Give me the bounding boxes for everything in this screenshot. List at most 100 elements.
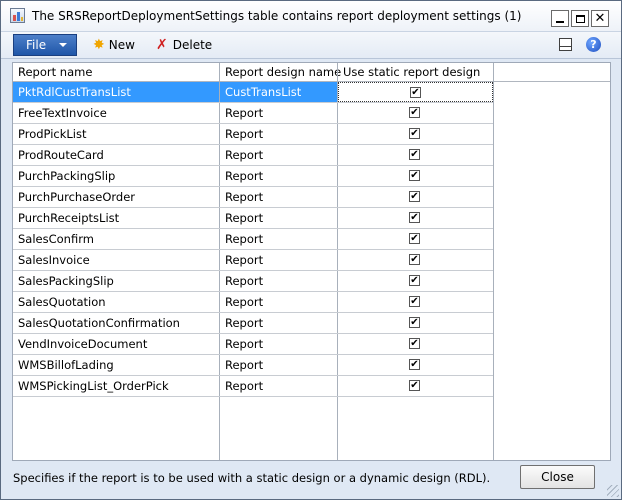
report-design-name-cell[interactable]: Report — [220, 271, 337, 291]
report-name-cell[interactable]: ProdRouteCard — [13, 145, 219, 165]
table-row[interactable]: PktRdlCustTransList CustTransList ✔ — [13, 82, 493, 103]
report-name-cell[interactable]: ProdPickList — [13, 124, 219, 144]
report-name-cell[interactable]: FreeTextInvoice — [13, 103, 219, 123]
table-row[interactable]: WMSBillofLading Report ✔ — [13, 355, 493, 376]
delete-x-icon: ✗ — [156, 37, 168, 53]
table-row[interactable]: SalesQuotationConfirmation Report ✔ — [13, 313, 493, 334]
report-design-name-cell[interactable]: Report — [220, 166, 337, 186]
maximize-button[interactable] — [571, 10, 589, 27]
report-design-name-cell[interactable]: Report — [220, 208, 337, 228]
report-name-cell[interactable]: SalesConfirm — [13, 229, 219, 249]
report-name-cell[interactable]: WMSBillofLading — [13, 355, 219, 375]
report-name-cell[interactable]: SalesQuotationConfirmation — [13, 313, 219, 333]
minimize-icon — [556, 20, 564, 23]
use-static-design-cell: ✔ — [338, 376, 493, 396]
report-design-name-cell[interactable]: Report — [220, 292, 337, 312]
report-name-cell[interactable]: PurchPurchaseOrder — [13, 187, 219, 207]
use-static-design-checkbox[interactable]: ✔ — [409, 128, 420, 139]
table-row[interactable]: VendInvoiceDocument Report ✔ — [13, 334, 493, 355]
use-static-design-checkbox[interactable]: ✔ — [409, 107, 420, 118]
close-button[interactable]: Close — [520, 465, 595, 489]
use-static-design-checkbox[interactable]: ✔ — [409, 380, 420, 391]
report-design-name-cell[interactable]: Report — [220, 376, 337, 396]
report-name-cell[interactable]: PurchPackingSlip — [13, 166, 219, 186]
report-name-cell[interactable]: VendInvoiceDocument — [13, 334, 219, 354]
status-bar: Specifies if the report is to be used wi… — [1, 461, 621, 499]
close-window-button[interactable]: ✕ — [591, 10, 609, 27]
report-design-name-cell[interactable]: Report — [220, 187, 337, 207]
table-row[interactable]: SalesInvoice Report ✔ — [13, 250, 493, 271]
use-static-design-cell: ✔ — [338, 187, 493, 207]
use-static-design-cell: ✔ — [338, 208, 493, 228]
report-name-cell[interactable]: SalesPackingSlip — [13, 271, 219, 291]
use-static-design-checkbox[interactable]: ✔ — [409, 254, 420, 265]
help-text: Specifies if the report is to be used wi… — [13, 471, 491, 485]
table-row[interactable]: ProdPickList Report ✔ — [13, 124, 493, 145]
table-row[interactable]: PurchReceiptsList Report ✔ — [13, 208, 493, 229]
use-static-design-cell: ✔ — [338, 145, 493, 165]
table-row[interactable]: SalesQuotation Report ✔ — [13, 292, 493, 313]
table-row[interactable]: PurchPackingSlip Report ✔ — [13, 166, 493, 187]
file-menu-button[interactable]: File — [13, 34, 77, 56]
report-name-cell[interactable]: WMSPickingList_OrderPick — [13, 376, 219, 396]
use-static-design-cell: ✔ — [338, 334, 493, 354]
use-static-design-checkbox[interactable]: ✔ — [409, 212, 420, 223]
use-static-design-cell: ✔ — [338, 250, 493, 270]
grid-header: Report name Report design name Use stati… — [13, 63, 610, 82]
use-static-design-checkbox[interactable]: ✔ — [409, 317, 420, 328]
table-row[interactable]: PurchPurchaseOrder Report ✔ — [13, 187, 493, 208]
resize-grip[interactable] — [607, 485, 619, 497]
report-design-name-cell[interactable]: Report — [220, 250, 337, 270]
table-row[interactable]: SalesPackingSlip Report ✔ — [13, 271, 493, 292]
use-static-design-cell: ✔ — [338, 355, 493, 375]
use-static-design-cell: ✔ — [338, 292, 493, 312]
column-divider — [493, 63, 494, 460]
use-static-design-checkbox[interactable]: ✔ — [410, 87, 421, 98]
close-icon: ✕ — [594, 11, 606, 26]
use-static-design-checkbox[interactable]: ✔ — [409, 275, 420, 286]
report-design-name-cell[interactable]: Report — [220, 124, 337, 144]
use-static-design-cell: ✔ — [338, 82, 493, 102]
use-static-design-checkbox[interactable]: ✔ — [409, 170, 420, 181]
report-name-cell[interactable]: PurchReceiptsList — [13, 208, 219, 228]
table-browser-icon — [10, 8, 25, 23]
report-design-name-cell[interactable]: Report — [220, 145, 337, 165]
title-bar: The SRSReportDeploymentSettings table co… — [1, 1, 621, 32]
table-row[interactable]: ProdRouteCard Report ✔ — [13, 145, 493, 166]
report-name-cell[interactable]: SalesQuotation — [13, 292, 219, 312]
help-icon[interactable]: ? — [586, 37, 601, 52]
layout-toggle-icon[interactable] — [559, 38, 572, 51]
minimize-button[interactable] — [551, 10, 569, 27]
use-static-design-checkbox[interactable]: ✔ — [409, 296, 420, 307]
chevron-down-icon — [59, 43, 67, 47]
use-static-design-cell: ✔ — [338, 166, 493, 186]
delete-label: Delete — [172, 38, 213, 52]
table-row[interactable]: FreeTextInvoice Report ✔ — [13, 103, 493, 124]
use-static-design-checkbox[interactable]: ✔ — [409, 191, 420, 202]
settings-grid: Report name Report design name Use stati… — [12, 62, 611, 461]
table-row[interactable]: WMSPickingList_OrderPick Report ✔ — [13, 376, 493, 397]
file-menu-label: File — [26, 38, 47, 52]
use-static-design-cell: ✔ — [338, 103, 493, 123]
report-design-name-cell[interactable]: CustTransList — [220, 82, 337, 102]
table-row[interactable]: SalesConfirm Report ✔ — [13, 229, 493, 250]
use-static-design-cell: ✔ — [338, 313, 493, 333]
delete-button[interactable]: ✗ Delete — [156, 36, 212, 54]
new-button[interactable]: ✸ New — [93, 36, 135, 54]
use-static-design-cell: ✔ — [338, 271, 493, 291]
maximize-icon — [575, 14, 585, 23]
use-static-design-checkbox[interactable]: ✔ — [409, 359, 420, 370]
report-design-name-cell[interactable]: Report — [220, 334, 337, 354]
report-design-name-cell[interactable]: Report — [220, 313, 337, 333]
column-header-report-design-name[interactable]: Report design name — [220, 63, 341, 81]
report-design-name-cell[interactable]: Report — [220, 229, 337, 249]
report-design-name-cell[interactable]: Report — [220, 355, 337, 375]
use-static-design-checkbox[interactable]: ✔ — [409, 338, 420, 349]
use-static-design-checkbox[interactable]: ✔ — [409, 149, 420, 160]
report-design-name-cell[interactable]: Report — [220, 103, 337, 123]
report-name-cell[interactable]: SalesInvoice — [13, 250, 219, 270]
use-static-design-checkbox[interactable]: ✔ — [409, 233, 420, 244]
column-header-use-static-design[interactable]: Use static report design — [338, 63, 493, 81]
column-header-report-name[interactable]: Report name — [13, 63, 219, 81]
report-name-cell[interactable]: PktRdlCustTransList — [13, 82, 219, 102]
